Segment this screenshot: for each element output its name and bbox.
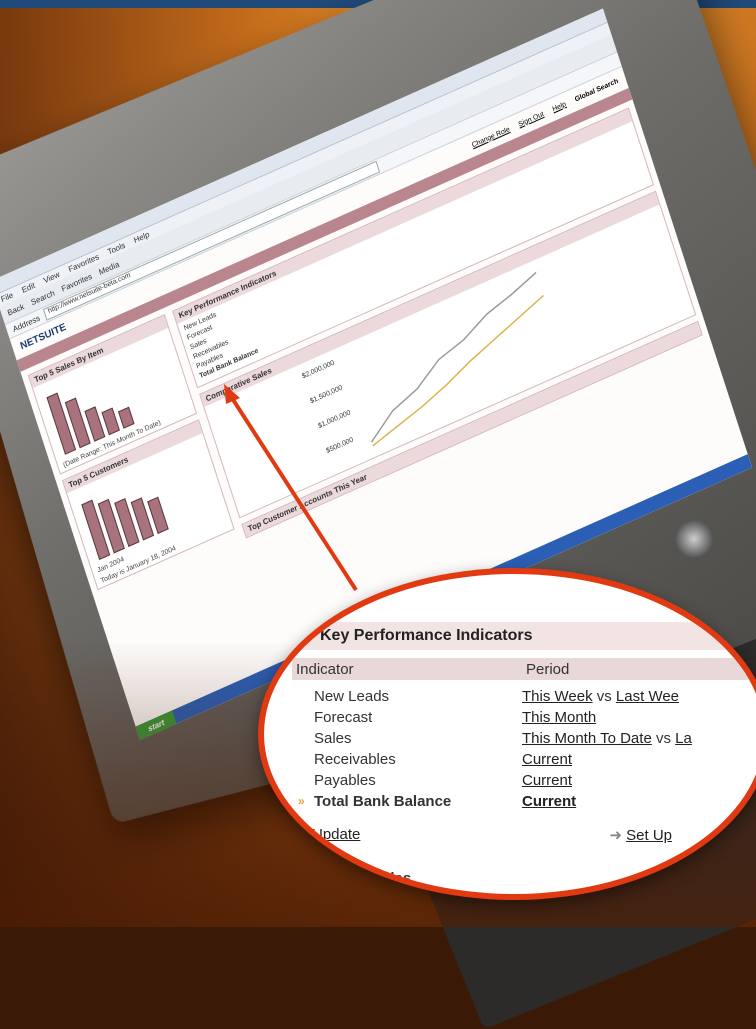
period-link[interactable]: Current (522, 751, 572, 768)
tick-label: $1,000,000 (317, 409, 351, 430)
kpi-column-headers: Indicator Period (292, 658, 752, 680)
vs-text: vs (655, 729, 671, 747)
setup-link[interactable]: ➜ Set Up (609, 826, 672, 844)
vs-text: vs (596, 687, 612, 705)
period-link[interactable]: This Week (522, 688, 593, 705)
kpi-portlet-header: Key Performance Indicators (292, 622, 756, 650)
period-cell: This Month (522, 709, 596, 726)
update-link[interactable]: Update (312, 826, 360, 844)
collapse-chevron-icon[interactable] (300, 630, 312, 642)
kpi-footer: Update ➜ Set Up (312, 826, 752, 844)
period-cell: Current (522, 751, 572, 768)
kpi-row: Payables Current (292, 770, 752, 790)
kpi-row: New Leads This Week vs Last Wee (292, 686, 752, 706)
kpi-row: Receivables Current (292, 749, 752, 769)
indicator-label: Forecast (314, 708, 373, 726)
indicator-label: Total Bank Balance (314, 792, 452, 810)
tick-label: $500,000 (325, 436, 354, 455)
kpi-row: Forecast This Month (292, 707, 752, 727)
indicator-label: Payables (314, 771, 376, 789)
link-help[interactable]: Help (552, 100, 567, 113)
indicator-label: Receivables (314, 750, 396, 768)
period-link[interactable]: This Month To Date (522, 730, 652, 747)
indicator-label: Sales (314, 729, 352, 747)
back-button[interactable]: Back (6, 301, 25, 317)
double-chevron-right-icon: » (298, 794, 305, 808)
period-cell: Current (522, 772, 572, 789)
power-button-icon (675, 520, 713, 558)
period-compare-link[interactable]: Last Wee (616, 688, 679, 705)
kpi-title: Key Performance Indicators (320, 627, 533, 644)
magnifier-callout: Key Performance Indicators Indicator Per… (258, 568, 756, 900)
indicator-label: New Leads (314, 687, 390, 705)
arrow-right-icon: ➜ (609, 827, 622, 844)
update-link-label: Update (312, 826, 361, 843)
kpi-row: Sales This Month To Date vs La (292, 728, 752, 748)
col-indicator: Indicator (296, 660, 354, 678)
next-portlet-title: Sales (372, 870, 412, 887)
period-link[interactable]: This Month (522, 709, 596, 726)
setup-link-label: Set Up (626, 827, 672, 844)
period-cell: This Week vs Last Wee (522, 688, 679, 705)
bar (117, 406, 135, 429)
period-link[interactable]: Current (522, 793, 576, 810)
period-link[interactable]: Current (522, 772, 572, 789)
col-period: Period (526, 660, 570, 678)
tick-label: $2,000,000 (301, 360, 335, 381)
link-sign-out[interactable]: Sign Out (518, 110, 545, 128)
period-cell: This Month To Date vs La (522, 730, 692, 747)
kpi-row-highlighted: » Total Bank Balance Current (292, 791, 752, 811)
tick-label: $1,500,000 (309, 384, 343, 405)
period-cell: Current (522, 793, 576, 810)
period-compare-link[interactable]: La (675, 730, 692, 747)
